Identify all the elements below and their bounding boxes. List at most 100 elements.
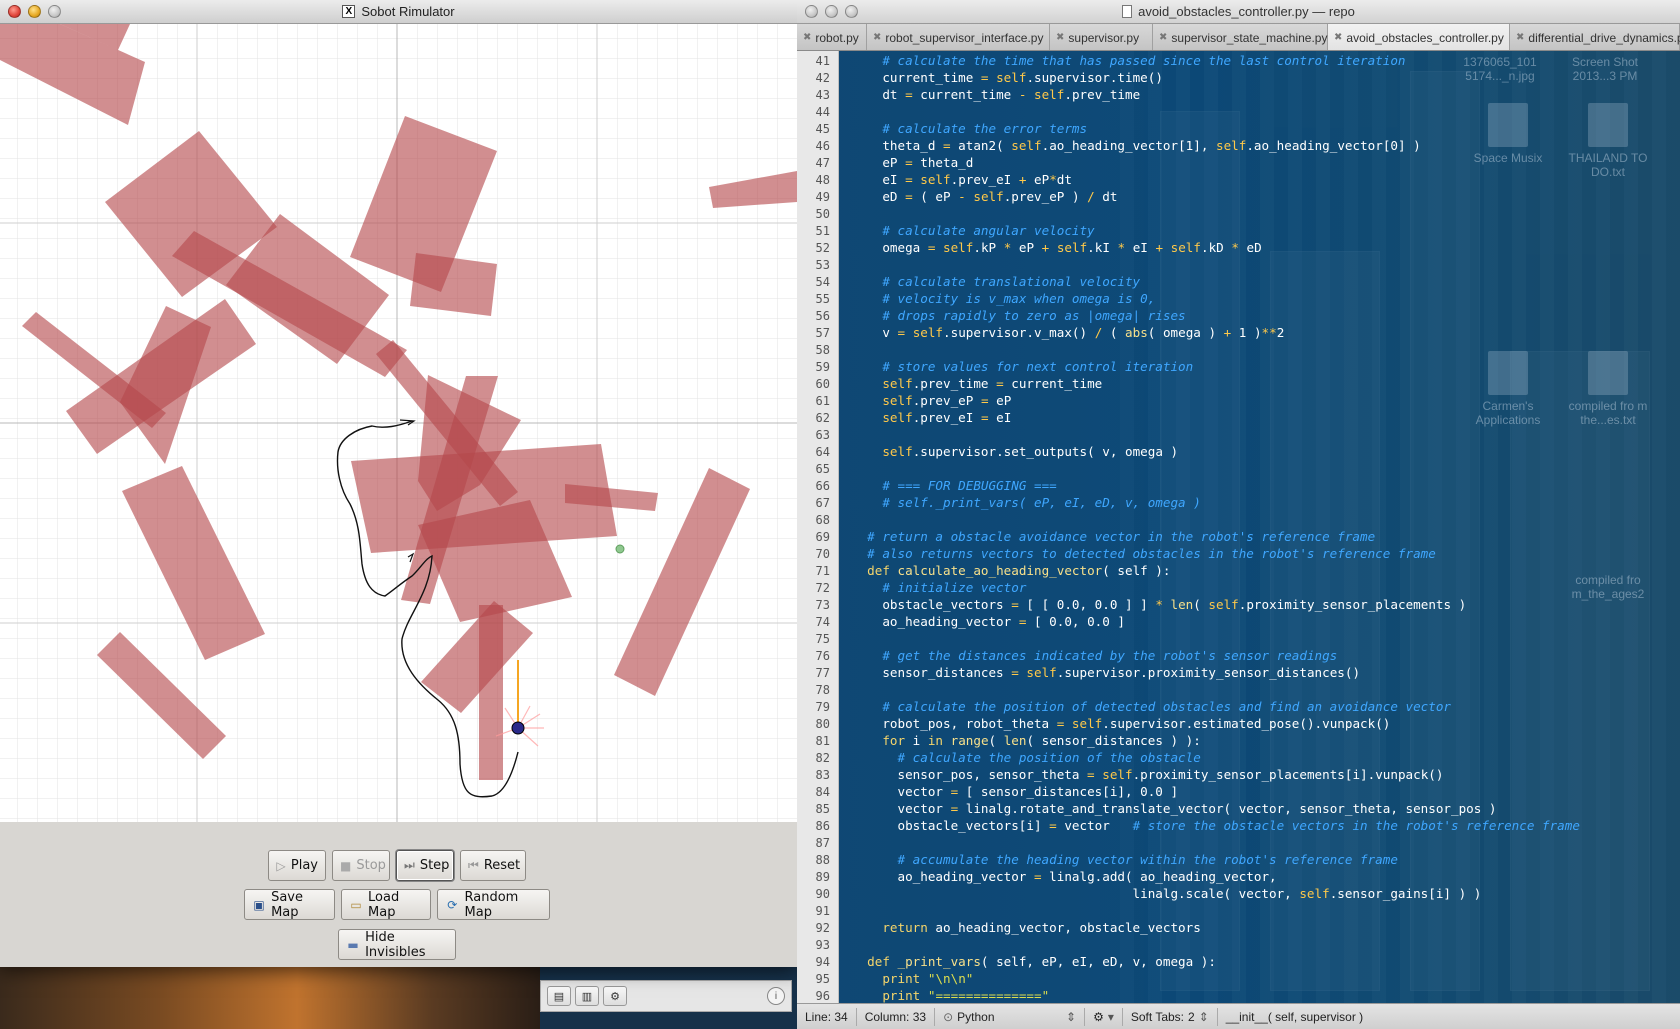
code-line[interactable]: sensor_pos, sensor_theta = self.proximit… bbox=[852, 767, 1443, 782]
close-tab-icon[interactable]: ✖ bbox=[1334, 32, 1342, 43]
play-button[interactable]: ▷ Play bbox=[268, 850, 326, 881]
code-line[interactable]: vector = linalg.rotate_and_translate_vec… bbox=[852, 801, 1496, 816]
desktop-file-icon[interactable]: compiled fro m the...es.txt bbox=[1563, 351, 1653, 427]
stop-button[interactable]: ■ Stop bbox=[332, 850, 390, 881]
code-line[interactable]: def _print_vars( self, eP, eI, eD, v, om… bbox=[852, 954, 1216, 969]
code-line[interactable]: current_time = self.supervisor.time() bbox=[852, 70, 1163, 85]
code-line[interactable]: # === FOR DEBUGGING === bbox=[852, 478, 1056, 493]
line-number: 53 bbox=[815, 258, 830, 272]
tab-avoid-obstacles-controller[interactable]: ✖ avoid_obstacles_controller.py bbox=[1328, 24, 1510, 50]
code-line[interactable]: eP = theta_d bbox=[852, 155, 973, 170]
code-line[interactable]: v = self.supervisor.v_max() / ( abs( ome… bbox=[852, 325, 1284, 340]
zoom-button[interactable] bbox=[48, 5, 61, 18]
close-button[interactable] bbox=[805, 5, 818, 18]
status-bar: Line: 34 Column: 33 ⊙ Python ⇕ ⚙ ▾ Soft Tab… bbox=[797, 1003, 1680, 1029]
editor-titlebar: avoid_obstacles_controller.py — repo bbox=[797, 0, 1680, 24]
line-number: 68 bbox=[815, 513, 830, 527]
code-line[interactable]: print "\n\n" bbox=[852, 971, 973, 986]
desktop-folder-icon[interactable]: Space Musix bbox=[1463, 103, 1553, 165]
code-line[interactable]: # drops rapidly to zero as |omega| rises bbox=[852, 308, 1185, 323]
desktop-file-icon[interactable]: 1376065_101 5174..._n.jpg bbox=[1455, 55, 1545, 83]
minimize-button[interactable] bbox=[28, 5, 41, 18]
code-line[interactable]: # also returns vectors to detected obsta… bbox=[852, 546, 1436, 561]
reset-button[interactable]: ⏮ Reset bbox=[460, 850, 526, 881]
code-line[interactable]: dt = current_time - self.prev_time bbox=[852, 87, 1140, 102]
code-line[interactable]: # store values for next control iteratio… bbox=[852, 359, 1193, 374]
new-file-icon[interactable]: ▤ bbox=[547, 986, 571, 1006]
language-selector[interactable]: ⊙ Python ⇕ bbox=[935, 1007, 1086, 1026]
code-line[interactable]: linalg.scale( vector, self.sensor_gains[… bbox=[852, 886, 1482, 901]
symbol-selector[interactable]: __init__( self, supervisor ) bbox=[1218, 1008, 1371, 1026]
tab-supervisor-state-machine[interactable]: ✖ supervisor_state_machine.py bbox=[1153, 24, 1328, 50]
code-line[interactable]: def calculate_ao_heading_vector( self ): bbox=[852, 563, 1170, 578]
code-line[interactable]: # calculate angular velocity bbox=[852, 223, 1094, 238]
line-number: 91 bbox=[815, 904, 830, 918]
tab-supervisor[interactable]: ✖ supervisor.py bbox=[1050, 24, 1153, 50]
code-line[interactable]: vector = [ sensor_distances[i], 0.0 ] bbox=[852, 784, 1178, 799]
close-button[interactable] bbox=[8, 5, 21, 18]
line-number: 73 bbox=[815, 598, 830, 612]
code-line[interactable]: self.prev_time = current_time bbox=[852, 376, 1102, 391]
code-line[interactable]: self.prev_eI = eI bbox=[852, 410, 1011, 425]
code-line[interactable]: # velocity is v_max when omega is 0, bbox=[852, 291, 1155, 306]
zoom-button[interactable] bbox=[845, 5, 858, 18]
step-button[interactable]: ⏭ Step bbox=[396, 850, 454, 881]
soft-tabs-selector[interactable]: Soft Tabs: 2 ⇕ bbox=[1123, 1007, 1218, 1026]
code-line[interactable]: print "==============" bbox=[852, 988, 1049, 1003]
code-line[interactable]: # return a obstacle avoidance vector in … bbox=[852, 529, 1375, 544]
desktop-file-icon[interactable]: THAILAND TO DO.txt bbox=[1563, 103, 1653, 179]
code-line[interactable]: # calculate the time that has passed sin… bbox=[852, 53, 1405, 68]
code-line[interactable]: self.supervisor.set_outputs( v, omega ) bbox=[852, 444, 1178, 459]
code-line[interactable]: for i in range( len( sensor_distances ) … bbox=[852, 733, 1201, 748]
save-map-button[interactable]: ▣ Save Map bbox=[244, 889, 335, 920]
code-line[interactable]: ao_heading_vector = linalg.add( ao_headi… bbox=[852, 869, 1276, 884]
desktop-file-icon[interactable]: Screen Shot 2013...3 PM bbox=[1560, 55, 1650, 83]
code-line[interactable]: # calculate the position of detected obs… bbox=[852, 699, 1451, 714]
tab-robot[interactable]: ✖ robot.py bbox=[797, 24, 867, 50]
close-tab-icon[interactable]: ✖ bbox=[1159, 32, 1167, 43]
load-map-button[interactable]: ▭ Load Map bbox=[341, 889, 431, 920]
new-folder-icon[interactable]: ▥ bbox=[575, 986, 599, 1006]
code-line[interactable]: eI = self.prev_eI + eP*dt bbox=[852, 172, 1072, 187]
desktop-file-icon[interactable]: compiled fro m_the_ages2 bbox=[1563, 573, 1653, 601]
close-tab-icon[interactable]: ✖ bbox=[803, 32, 811, 43]
close-tab-icon[interactable]: ✖ bbox=[1056, 32, 1064, 43]
line-indicator: Line: 34 bbox=[797, 1007, 857, 1026]
code-line[interactable]: # calculate the error terms bbox=[852, 121, 1087, 136]
close-tab-icon[interactable]: ✖ bbox=[873, 32, 881, 43]
gear-icon[interactable]: ⚙ bbox=[603, 986, 627, 1006]
line-number: 43 bbox=[815, 88, 830, 102]
close-tab-icon[interactable]: ✖ bbox=[1516, 32, 1524, 43]
code-line[interactable]: obstacle_vectors[i] = vector # store the… bbox=[852, 818, 1579, 833]
code-line[interactable]: self.prev_eP = eP bbox=[852, 393, 1011, 408]
floppy-icon: ▣ bbox=[253, 897, 265, 912]
code-line[interactable]: theta_d = atan2( self.ao_heading_vector[… bbox=[852, 138, 1420, 153]
code-line[interactable]: eD = ( eP - self.prev_eP ) / dt bbox=[852, 189, 1117, 204]
minimize-button[interactable] bbox=[825, 5, 838, 18]
line-number: 82 bbox=[815, 751, 830, 765]
code-line[interactable]: # accumulate the heading vector within t… bbox=[852, 852, 1398, 867]
code-line[interactable]: # initialize vector bbox=[852, 580, 1026, 595]
dropdown-icon: ▾ bbox=[1107, 1009, 1114, 1024]
tab-differential-drive-dynamics[interactable]: ✖ differential_drive_dynamics.py bbox=[1510, 24, 1680, 50]
settings-menu[interactable]: ⚙ ▾ bbox=[1085, 1007, 1123, 1026]
code-line[interactable]: robot_pos, robot_theta = self.supervisor… bbox=[852, 716, 1390, 731]
tab-robot-supervisor-interface[interactable]: ✖ robot_supervisor_interface.py bbox=[867, 24, 1050, 50]
code-line[interactable]: omega = self.kP * eP + self.kI * eI + se… bbox=[852, 240, 1261, 255]
random-map-button[interactable]: ⟳ Random Map bbox=[437, 889, 550, 920]
code-line[interactable]: # get the distances indicated by the rob… bbox=[852, 648, 1337, 663]
hide-invisibles-button[interactable]: ▬ Hide Invisibles bbox=[338, 929, 456, 960]
simulation-canvas[interactable] bbox=[0, 24, 797, 822]
column-indicator: Column: 33 bbox=[857, 1007, 936, 1026]
code-line[interactable]: obstacle_vectors = [ [ 0.0, 0.0 ] ] * le… bbox=[852, 597, 1466, 612]
code-line[interactable]: sensor_distances = self.supervisor.proxi… bbox=[852, 665, 1360, 680]
code-line[interactable]: # self._print_vars( eP, eI, eD, v, omega… bbox=[852, 495, 1200, 510]
desktop-folder-icon[interactable]: Carmen's Applications bbox=[1463, 351, 1553, 427]
line-number: 87 bbox=[815, 836, 830, 850]
code-editor[interactable]: 1376065_101 5174..._n.jpg Screen Shot 20… bbox=[797, 51, 1680, 1003]
code-line[interactable]: ao_heading_vector = [ 0.0, 0.0 ] bbox=[852, 614, 1125, 629]
code-line[interactable]: # calculate the position of the obstacle bbox=[852, 750, 1201, 765]
info-icon[interactable]: i bbox=[767, 987, 785, 1005]
code-line[interactable]: # calculate translational velocity bbox=[852, 274, 1140, 289]
code-line[interactable]: return ao_heading_vector, obstacle_vecto… bbox=[852, 920, 1200, 935]
